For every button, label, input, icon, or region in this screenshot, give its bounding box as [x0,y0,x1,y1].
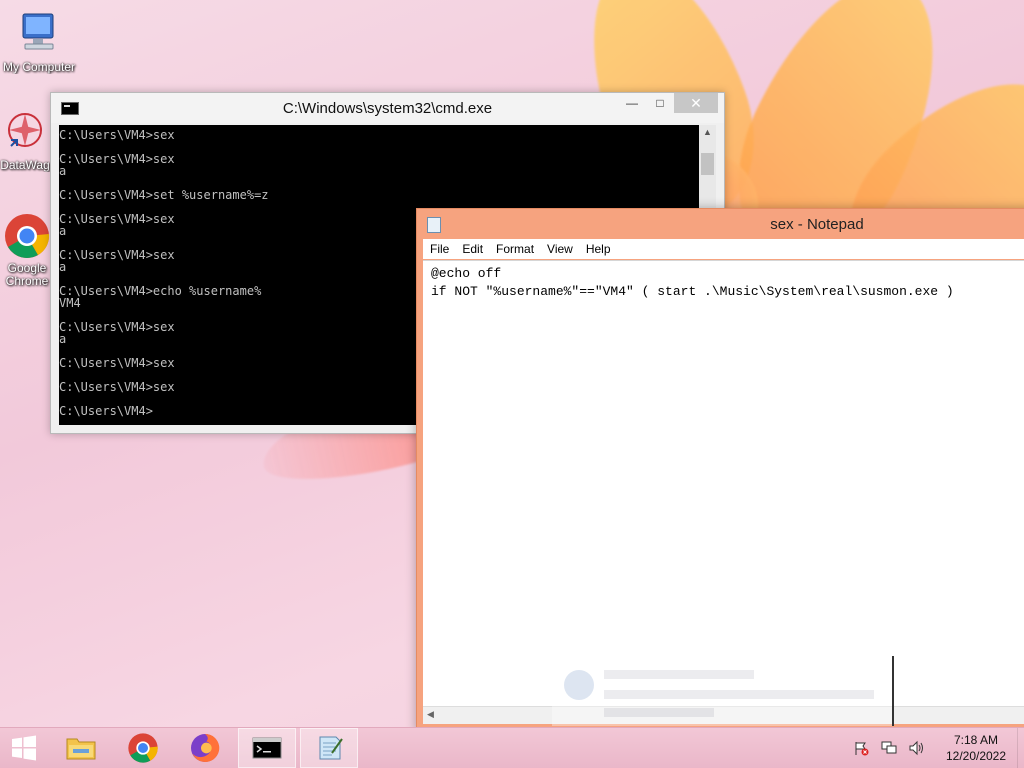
desktop-icon-google-chrome[interactable]: Google Chrome [0,212,54,288]
notepad-content: @echo off if NOT "%username%"=="VM4" ( s… [431,266,954,299]
notepad-titlebar[interactable]: sex - Notepad [417,209,1024,239]
start-button[interactable] [0,728,48,768]
show-desktop-button[interactable] [1017,728,1024,768]
network-icon[interactable] [878,738,900,758]
action-center-flag-icon[interactable] [850,738,872,758]
windows-logo-icon [12,735,36,761]
notification-toast [552,656,894,726]
taskbar-notepad[interactable] [300,728,358,768]
notification-line [604,708,714,717]
taskbar-clock[interactable]: 7:18 AM 12/20/2022 [935,732,1017,764]
close-button[interactable]: ✕ [674,93,718,113]
scroll-up-arrow-icon[interactable]: ▲ [699,127,716,137]
menu-help[interactable]: Help [579,242,617,256]
cmd-icon [252,737,282,759]
notepad-window[interactable]: sex - Notepad File Edit Format View Help… [416,208,1024,733]
clock-date: 12/20/2022 [945,749,1007,763]
chrome-icon [3,212,51,260]
menu-file[interactable]: File [423,242,455,256]
desktop-icon-my-computer[interactable]: My Computer [0,10,78,74]
notification-line [604,690,874,699]
system-tray: 7:18 AM 12/20/2022 [847,728,1024,768]
desktop-icon-datawag[interactable]: DataWag [0,108,50,172]
notification-line [604,670,754,679]
notepad-text-area[interactable]: @echo off if NOT "%username%"=="VM4" ( s… [423,260,1024,724]
scroll-left-arrow-icon[interactable]: ◀ [427,709,434,720]
menu-format[interactable]: Format [489,242,540,256]
maximize-button[interactable]: □ [646,93,674,113]
taskbar-cmd[interactable] [238,728,296,768]
taskbar-firefox[interactable] [176,728,234,768]
notepad-menubar: File Edit Format View Help [423,239,1024,259]
cmd-titlebar[interactable]: C:\Windows\system32\cmd.exe — □ ✕ [51,93,724,123]
scroll-thumb[interactable] [701,153,714,175]
menu-view[interactable]: View [540,242,579,256]
clock-time: 7:18 AM [953,733,999,747]
desktop-icon-label: Google Chrome [5,262,49,288]
taskbar-file-explorer[interactable] [52,728,110,768]
notification-icon [564,670,594,700]
chrome-icon [128,733,158,763]
volume-icon[interactable] [906,738,928,758]
taskbar: 7:18 AM 12/20/2022 [0,727,1024,768]
desktop-icon-label: My Computer [2,60,76,74]
menu-edit[interactable]: Edit [455,242,489,256]
desktop-icon-label: DataWag [0,158,50,172]
taskbar-chrome[interactable] [114,728,172,768]
notepad-window-title: sex - Notepad [770,216,864,233]
firefox-icon [191,733,220,762]
folder-icon [66,738,96,760]
computer-icon [15,10,63,58]
notepad-icon [319,736,343,760]
datawag-icon [1,108,49,156]
minimize-button[interactable]: — [618,93,646,113]
